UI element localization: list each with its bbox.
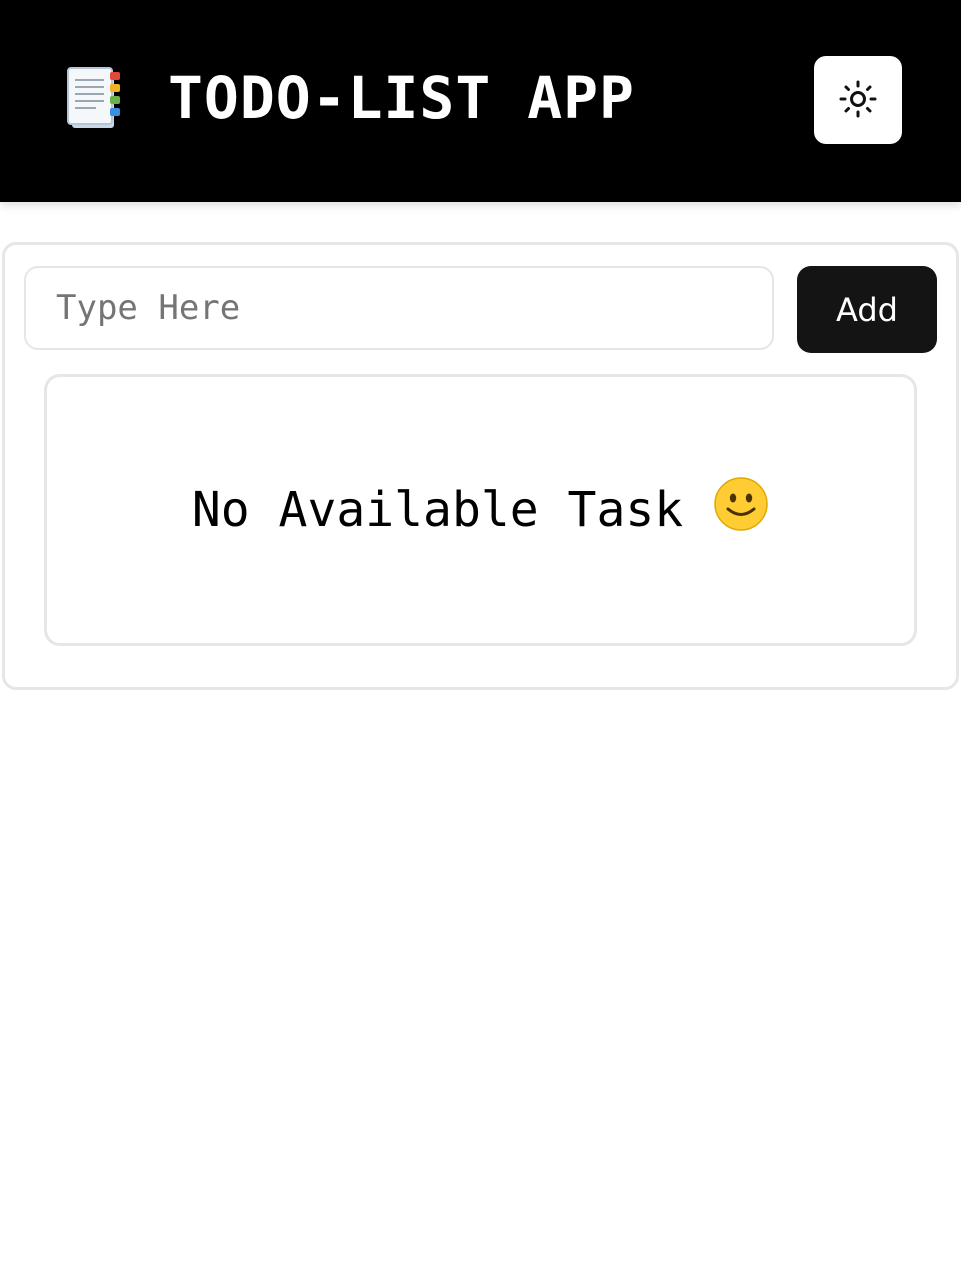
app-title: TODO-LIST APP: [168, 64, 635, 132]
notebook-icon: [62, 64, 126, 132]
task-input[interactable]: [24, 266, 774, 350]
add-button[interactable]: Add: [797, 266, 937, 353]
sun-icon: [838, 79, 878, 122]
empty-message: No Available Task: [191, 482, 684, 538]
smiley-face-icon: [713, 476, 769, 536]
empty-task-list: No Available Task: [44, 374, 917, 646]
app-header: TODO-LIST APP: [0, 0, 961, 202]
theme-toggle-button[interactable]: [814, 56, 902, 144]
